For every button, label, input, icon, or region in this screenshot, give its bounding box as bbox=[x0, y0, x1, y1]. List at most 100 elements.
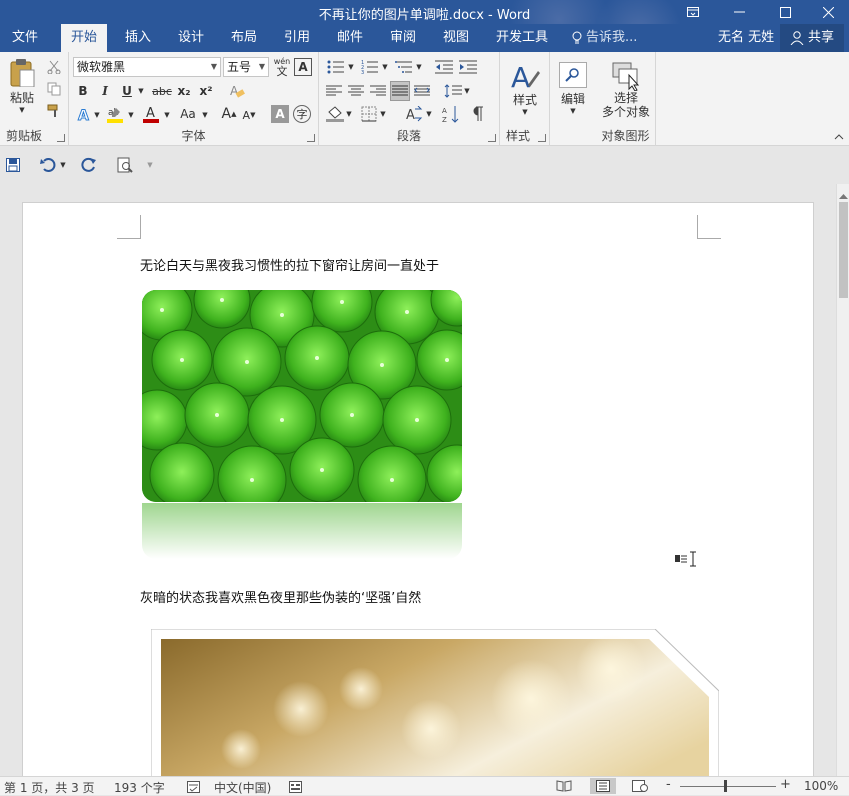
multilevel-list-icon[interactable] bbox=[393, 58, 415, 76]
character-border-icon[interactable]: A bbox=[294, 58, 312, 76]
highlight-dropdown-icon[interactable]: ▼ bbox=[127, 106, 135, 124]
undo-dropdown-icon[interactable]: ▼ bbox=[59, 156, 67, 174]
tab-insert[interactable]: 插入 bbox=[115, 24, 161, 52]
leaves-image[interactable] bbox=[142, 290, 462, 502]
tab-references[interactable]: 引用 bbox=[274, 24, 320, 52]
tab-home[interactable]: 开始 bbox=[61, 24, 108, 52]
line-spacing-dropdown-icon[interactable]: ▼ bbox=[463, 82, 471, 100]
web-layout-icon[interactable] bbox=[632, 779, 648, 793]
document-page[interactable]: 无论白天与黑夜我习惯性的拉下窗帘让房间一直处于 灰暗的状态我喜欢黑色夜里那些伪装… bbox=[22, 202, 814, 776]
copy-icon[interactable] bbox=[44, 80, 64, 98]
font-color-dropdown-icon[interactable]: ▼ bbox=[163, 106, 171, 124]
word-count[interactable]: 193 个字 bbox=[114, 779, 165, 796]
font-size-combo[interactable]: 五号 ▼ bbox=[223, 57, 269, 77]
customize-qat-icon[interactable]: ▼ bbox=[146, 158, 154, 172]
sort-icon[interactable]: AZ bbox=[441, 104, 461, 124]
highlight-icon[interactable]: ab bbox=[105, 104, 125, 124]
share-button[interactable]: 共享 bbox=[780, 24, 845, 52]
borders-icon[interactable] bbox=[359, 105, 379, 123]
font-color-icon[interactable]: A bbox=[141, 104, 161, 124]
print-preview-icon[interactable] bbox=[116, 156, 134, 174]
distributed-icon[interactable] bbox=[413, 82, 431, 100]
asian-layout-dropdown-icon[interactable]: ▼ bbox=[425, 105, 433, 123]
strikethrough-button[interactable]: abc bbox=[151, 82, 173, 100]
user-name[interactable]: 无名 无姓 bbox=[708, 24, 784, 52]
phonetic-guide-button[interactable]: wén 文 bbox=[273, 55, 291, 79]
tab-mailings[interactable]: 邮件 bbox=[327, 24, 373, 52]
shrink-font-button[interactable]: A ▼ bbox=[241, 106, 257, 124]
text-effects-dropdown-icon[interactable]: ▼ bbox=[93, 106, 101, 124]
tab-view[interactable]: 视图 bbox=[433, 24, 479, 52]
tab-developer[interactable]: 开发工具 bbox=[486, 24, 558, 52]
scrollbar-thumb[interactable] bbox=[839, 202, 848, 298]
borders-dropdown-icon[interactable]: ▼ bbox=[379, 105, 387, 123]
zoom-in-button[interactable]: + bbox=[780, 777, 791, 792]
font-name-dropdown-icon[interactable]: ▼ bbox=[211, 58, 217, 76]
increase-indent-icon[interactable] bbox=[457, 58, 479, 76]
bokeh-image[interactable] bbox=[150, 628, 720, 776]
format-painter-icon[interactable] bbox=[44, 102, 64, 120]
multilevel-dropdown-icon[interactable]: ▼ bbox=[415, 58, 423, 76]
numbering-dropdown-icon[interactable]: ▼ bbox=[381, 58, 389, 76]
proofing-icon[interactable] bbox=[186, 780, 200, 793]
asian-layout-icon[interactable]: A bbox=[403, 105, 425, 123]
editing-button[interactable]: 编辑 ▼ bbox=[554, 56, 592, 120]
print-layout-icon[interactable] bbox=[590, 778, 616, 794]
underline-dropdown-icon[interactable]: ▼ bbox=[137, 82, 145, 100]
page-count[interactable]: 第 1 页，共 3 页 bbox=[4, 779, 95, 796]
select-multiple-objects-button[interactable]: 选择 多个对象 bbox=[598, 56, 654, 124]
paste-dropdown-icon[interactable]: ▼ bbox=[19, 106, 24, 114]
subscript-button[interactable]: x₂ bbox=[175, 82, 193, 100]
tell-me-box[interactable]: 告诉我... bbox=[562, 24, 647, 52]
enclose-characters-icon[interactable]: 字 bbox=[293, 105, 311, 123]
zoom-slider[interactable] bbox=[680, 780, 776, 792]
zoom-out-button[interactable]: - bbox=[666, 777, 671, 792]
align-right-icon[interactable] bbox=[369, 82, 387, 100]
change-case-dropdown-icon[interactable]: ▼ bbox=[201, 106, 209, 124]
font-size-dropdown-icon[interactable]: ▼ bbox=[259, 58, 265, 76]
text-effects-icon[interactable]: A bbox=[75, 106, 93, 124]
macro-recording-icon[interactable] bbox=[288, 780, 302, 793]
save-icon[interactable] bbox=[4, 156, 22, 174]
styles-button[interactable]: A 样式 ▼ bbox=[506, 56, 544, 120]
clipboard-launcher-icon[interactable] bbox=[57, 134, 65, 142]
scroll-up-icon[interactable] bbox=[839, 188, 848, 199]
underline-button[interactable]: U bbox=[119, 82, 135, 100]
minimize-icon[interactable] bbox=[716, 0, 762, 24]
align-left-icon[interactable] bbox=[325, 82, 343, 100]
align-center-icon[interactable] bbox=[347, 82, 365, 100]
language-status[interactable]: 中文(中国) bbox=[214, 779, 271, 796]
repeat-icon[interactable] bbox=[80, 156, 98, 174]
collapse-ribbon-icon[interactable] bbox=[832, 130, 846, 144]
cut-icon[interactable] bbox=[44, 58, 64, 76]
line-spacing-icon[interactable] bbox=[443, 82, 463, 100]
paragraph-1[interactable]: 无论白天与黑夜我习惯性的拉下窗帘让房间一直处于 bbox=[140, 255, 439, 274]
undo-icon[interactable] bbox=[38, 156, 58, 174]
bullets-icon[interactable] bbox=[325, 58, 347, 76]
justify-icon[interactable] bbox=[390, 81, 410, 101]
bullets-dropdown-icon[interactable]: ▼ bbox=[347, 58, 355, 76]
tab-file[interactable]: 文件 bbox=[2, 24, 48, 52]
ribbon-display-options-icon[interactable] bbox=[670, 0, 716, 24]
shading-icon[interactable] bbox=[325, 105, 345, 123]
numbering-icon[interactable]: 123 bbox=[359, 58, 381, 76]
styles-launcher-icon[interactable] bbox=[538, 134, 546, 142]
tab-design[interactable]: 设计 bbox=[168, 24, 214, 52]
change-case-button[interactable]: Aa bbox=[175, 105, 201, 123]
maximize-icon[interactable] bbox=[762, 0, 808, 24]
grow-font-button[interactable]: A ▲ bbox=[221, 104, 237, 124]
layout-options-icon[interactable] bbox=[675, 553, 687, 563]
zoom-level[interactable]: 100% bbox=[804, 779, 838, 793]
tab-review[interactable]: 审阅 bbox=[380, 24, 426, 52]
italic-button[interactable]: I bbox=[97, 82, 113, 100]
decrease-indent-icon[interactable] bbox=[433, 58, 455, 76]
character-shading-icon[interactable]: A bbox=[271, 105, 289, 123]
bold-button[interactable]: B bbox=[75, 82, 91, 100]
read-mode-icon[interactable] bbox=[556, 779, 572, 793]
tab-layout[interactable]: 布局 bbox=[221, 24, 267, 52]
font-launcher-icon[interactable] bbox=[307, 134, 315, 142]
clear-formatting-icon[interactable]: A bbox=[227, 82, 247, 100]
paragraph-2[interactable]: 灰暗的状态我喜欢黑色夜里那些伪装的‘坚强’自然 bbox=[140, 587, 421, 606]
paste-button[interactable]: 粘贴 ▼ bbox=[6, 58, 38, 114]
paragraph-launcher-icon[interactable] bbox=[488, 134, 496, 142]
